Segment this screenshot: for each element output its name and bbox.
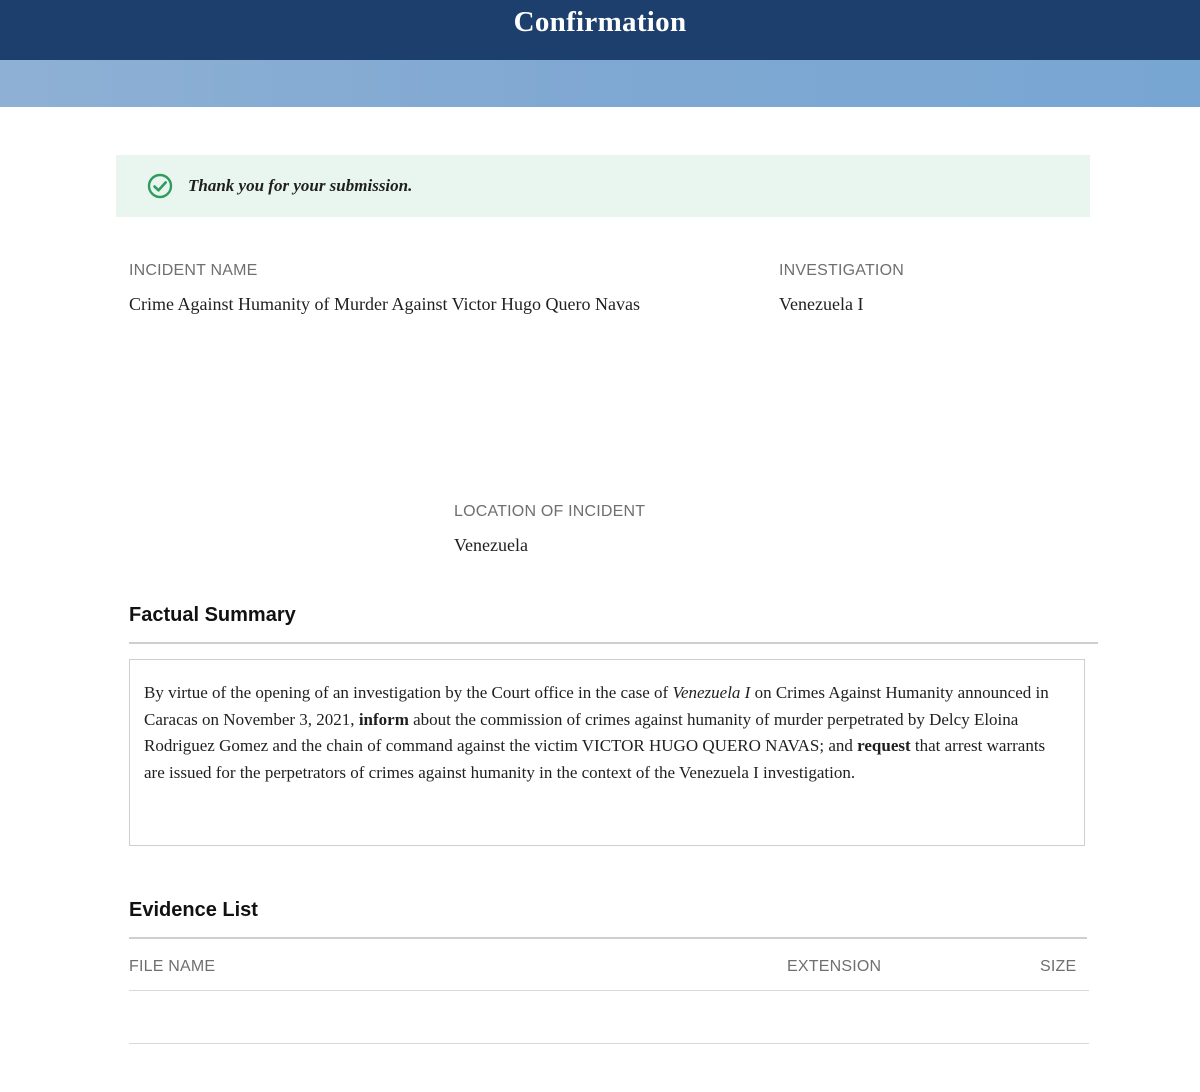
header-sub-band bbox=[0, 60, 1200, 107]
location-value: Venezuela bbox=[454, 535, 528, 555]
column-header-extension[interactable]: EXTENSION bbox=[787, 958, 881, 976]
summary-text-inform: inform bbox=[358, 709, 409, 729]
incident-name-label: INCIDENT NAME bbox=[129, 262, 258, 279]
factual-summary-title: Factual Summary bbox=[129, 604, 296, 626]
factual-summary-divider bbox=[129, 642, 1098, 644]
table-bottom-divider bbox=[129, 1043, 1089, 1044]
summary-text-1: By virtue of the opening of an investiga… bbox=[144, 683, 673, 702]
summary-text-italic: Venezuela I bbox=[672, 683, 751, 702]
factual-summary-box: By virtue of the opening of an investiga… bbox=[129, 659, 1085, 846]
column-header-size[interactable]: SIZE bbox=[1040, 958, 1076, 976]
column-header-file-name[interactable]: FILE NAME bbox=[129, 958, 215, 976]
page-title: Confirmation bbox=[513, 5, 687, 38]
location-label: LOCATION OF INCIDENT bbox=[454, 503, 646, 520]
incident-name-value: Crime Against Humanity of Murder Against… bbox=[129, 294, 641, 314]
investigation-label: INVESTIGATION bbox=[779, 262, 904, 279]
table-header-divider bbox=[129, 990, 1089, 991]
investigation-value: Venezuela I bbox=[779, 294, 864, 314]
check-circle-icon bbox=[147, 173, 173, 199]
evidence-list-divider bbox=[129, 937, 1087, 939]
success-message: Thank you for your submission. bbox=[188, 176, 413, 195]
summary-text-request: request bbox=[857, 736, 911, 755]
header-bar: Confirmation bbox=[0, 0, 1200, 60]
evidence-list-title: Evidence List bbox=[129, 899, 258, 921]
success-banner: Thank you for your submission. bbox=[116, 155, 1090, 217]
